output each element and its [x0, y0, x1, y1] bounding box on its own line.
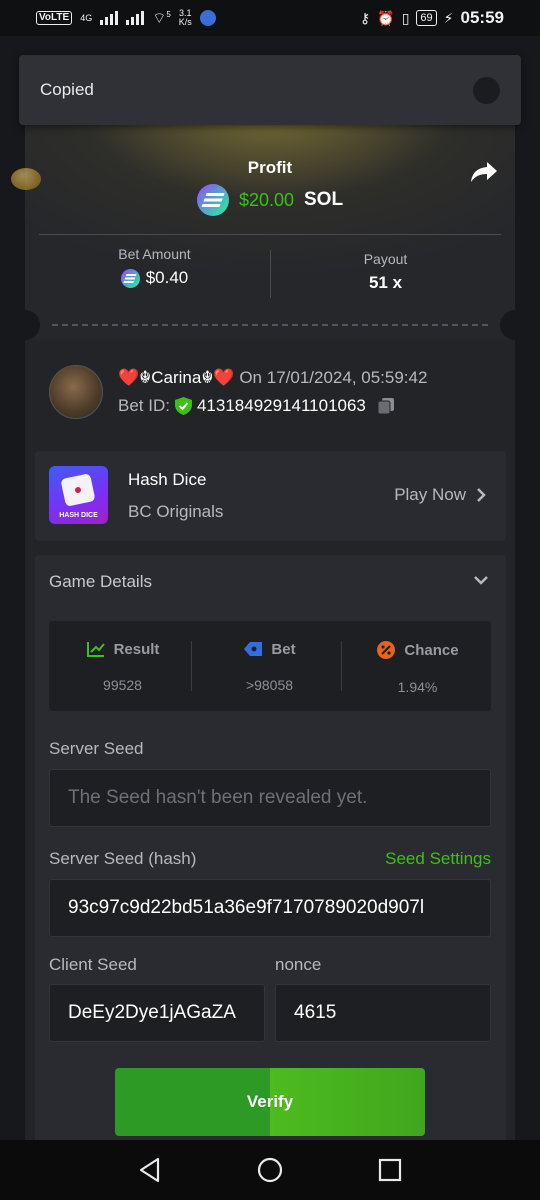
status-right: ⚷ ⏰ ▯ 69 ⚡ 05:59	[360, 8, 504, 28]
ticket-notch-right	[500, 310, 530, 340]
solana-icon	[196, 184, 229, 216]
server-seed-label: Server Seed	[49, 739, 144, 758]
result-icon	[86, 642, 105, 657]
result-summary: Result 99528 Bet >98058 Chance 1.94%	[49, 621, 491, 711]
app-notification-icon	[199, 10, 216, 26]
charging-icon: ⚡	[443, 9, 454, 26]
profit-row: $20.00 SOL	[25, 184, 515, 216]
profit-hero	[11, 102, 515, 340]
game-name: Hash Dice	[128, 470, 207, 489]
payout-value: 51 x	[368, 273, 403, 292]
signal-icon-2	[126, 11, 145, 25]
bet-amount-stat: Bet Amount $0.40	[39, 246, 270, 288]
bet-user-info: ❤️☬Carina☬❤️ On 17/01/2024, 05:59:42 Bet…	[49, 365, 427, 419]
game-details-panel: Game Details Result 99528 Bet >98058 Cha…	[35, 555, 506, 1140]
home-button[interactable]	[252, 1152, 288, 1188]
result-label: Result	[113, 640, 160, 658]
chance-value: 1.94%	[397, 679, 438, 695]
column-divider	[341, 641, 342, 691]
result-value: 99528	[103, 677, 142, 693]
key-icon: ⚷	[360, 9, 371, 26]
thumbnail-text: HASH DICE	[59, 512, 98, 519]
client-seed-field[interactable]: DeEy2Dye1jAGaZA	[49, 984, 265, 1042]
copy-icon[interactable]	[377, 397, 395, 415]
server-seed-hash-label: Server Seed (hash)	[49, 849, 197, 868]
solana-icon	[120, 268, 140, 288]
server-seed-hash-field[interactable]: 93c97c9d22bd51a36e9f7170789020d907l	[49, 879, 491, 937]
dice-icon	[60, 473, 96, 507]
wifi-icon: ⌔5	[152, 9, 171, 27]
nonce-field[interactable]: 4615	[275, 984, 491, 1042]
bet-id: 413184929141101063	[196, 396, 366, 415]
bet-tag-icon	[244, 642, 263, 656]
avatar[interactable]	[49, 365, 103, 419]
system-navigation-bar	[0, 1140, 540, 1200]
game-provider: BC Originals	[128, 502, 224, 521]
chevron-right-icon	[477, 488, 486, 502]
percent-icon	[377, 641, 396, 659]
payout-label: Payout	[363, 251, 408, 267]
recents-button[interactable]	[372, 1152, 408, 1188]
alarm-icon: ⏰	[377, 9, 395, 26]
back-button[interactable]	[132, 1152, 168, 1188]
game-details-title[interactable]: Game Details	[49, 572, 152, 592]
bet-id-label: Bet ID:	[118, 396, 170, 415]
home-icon	[257, 1157, 283, 1183]
bet-details-page: Copied Profit $20.00 SOL Bet Amount $0.4…	[0, 36, 540, 1140]
network-speed: 3.1 K/s	[178, 8, 192, 27]
profit-currency: SOL	[304, 189, 344, 210]
network-type: 4G	[80, 12, 93, 23]
dashed-separator	[52, 324, 488, 326]
back-icon	[139, 1157, 160, 1183]
bet-header: Bet	[196, 640, 343, 658]
chevron-down-icon[interactable]	[473, 574, 489, 586]
hash-dice-thumbnail: HASH DICE	[49, 466, 108, 524]
date-prefix: On	[239, 368, 262, 387]
status-left: VoLTE 4G ⌔5 3.1 K/s	[36, 9, 216, 28]
share-icon[interactable]	[470, 160, 498, 184]
bet-amount-value: $0.40	[145, 268, 189, 287]
ticket-notch-left	[10, 310, 40, 340]
seed-settings-link[interactable]: Seed Settings	[385, 849, 491, 869]
bet-amount-value-row: $0.40	[39, 268, 270, 288]
profit-amount: $20.00	[238, 189, 294, 210]
play-now-button[interactable]: Play Now	[394, 485, 486, 505]
client-seed-label: Client Seed	[49, 955, 137, 974]
payout-stat: Payout 51 x	[270, 251, 501, 293]
shield-icon	[174, 397, 192, 415]
username[interactable]: ❤️☬Carina☬❤️	[118, 368, 235, 387]
bet-amount-label: Bet Amount	[118, 246, 191, 262]
bet-date: 17/01/2024, 05:59:42	[266, 368, 428, 387]
chance-column: Chance 1.94%	[344, 621, 491, 711]
column-divider	[191, 641, 192, 691]
bet-id-line: Bet ID: 413184929141101063	[118, 396, 427, 416]
copied-toast: Copied	[19, 55, 521, 125]
toast-dismiss-button[interactable]	[473, 76, 500, 104]
result-header: Result	[49, 640, 196, 658]
user-text: ❤️☬Carina☬❤️ On 17/01/2024, 05:59:42 Bet…	[118, 368, 427, 416]
chance-label: Chance	[404, 641, 459, 659]
bet-label: Bet	[271, 640, 296, 658]
chance-header: Chance	[344, 640, 491, 660]
bet-column: Bet >98058	[196, 621, 343, 711]
game-card[interactable]: HASH DICE Hash Dice BC Originals Play No…	[35, 451, 506, 541]
signal-icon	[100, 11, 119, 25]
result-column: Result 99528	[49, 621, 196, 711]
server-seed-field[interactable]: The Seed hasn't been revealed yet.	[49, 769, 491, 827]
toast-text: Copied	[40, 80, 94, 99]
nonce-label: nonce	[275, 955, 322, 974]
recents-icon	[378, 1158, 402, 1182]
battery-indicator: 69	[416, 10, 437, 26]
status-bar: VoLTE 4G ⌔5 3.1 K/s ⚷ ⏰ ▯ 69 ⚡ 05:59	[0, 0, 540, 36]
bet-value: >98058	[245, 677, 294, 693]
play-now-label: Play Now	[394, 485, 466, 504]
clock: 05:59	[460, 8, 504, 27]
profit-label: Profit	[247, 158, 293, 177]
vibrate-icon: ▯	[401, 9, 410, 26]
divider	[39, 234, 501, 235]
user-line: ❤️☬Carina☬❤️ On 17/01/2024, 05:59:42	[118, 368, 427, 388]
verify-button[interactable]: Verify	[115, 1068, 425, 1136]
volte-indicator: VoLTE	[36, 11, 73, 25]
